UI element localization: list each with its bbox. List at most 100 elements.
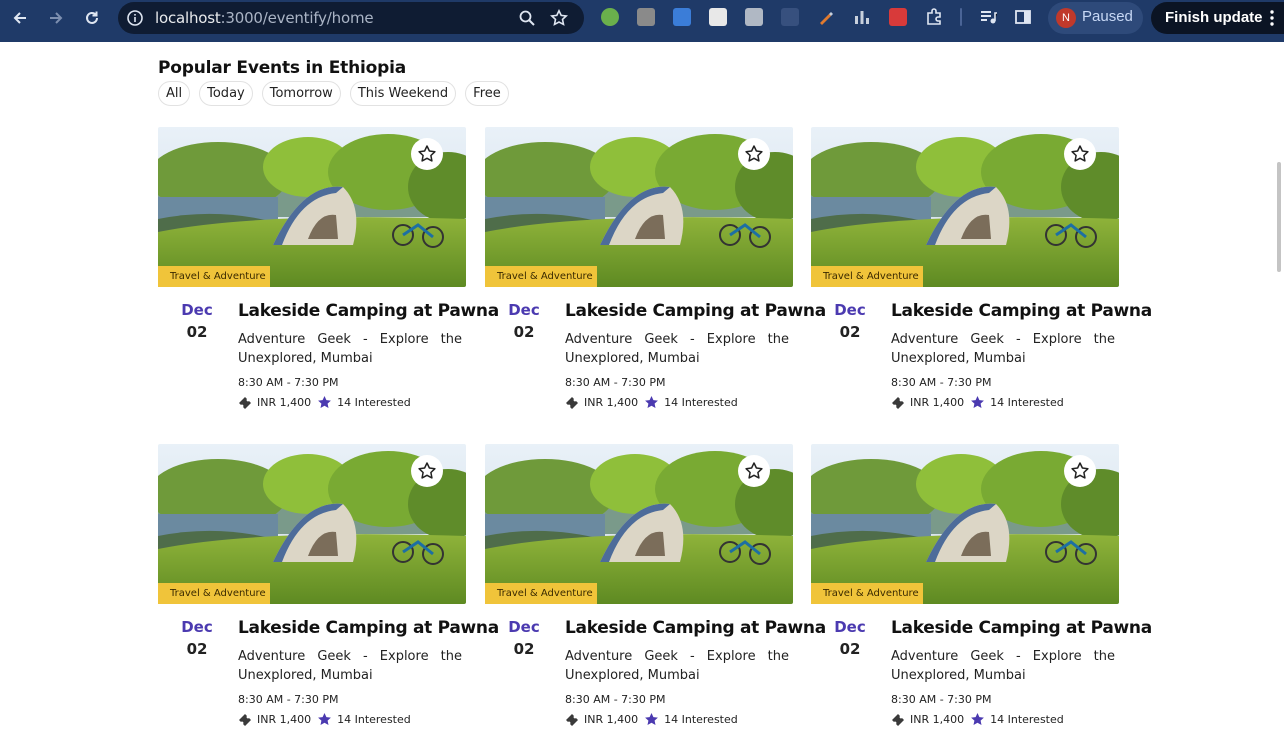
- scrollbar-thumb[interactable]: [1277, 162, 1281, 272]
- filter-chip-this-weekend[interactable]: This Weekend: [349, 81, 457, 106]
- event-month: Dec: [181, 301, 213, 319]
- extension-y-icon[interactable]: [637, 8, 655, 26]
- site-info-icon[interactable]: [126, 9, 144, 27]
- event-title[interactable]: Lakeside Camping at Pawna: [891, 301, 1152, 321]
- toolbar-divider: [960, 8, 962, 26]
- ticket-icon: [892, 713, 904, 726]
- event-organizer: Adventure Geek - Explore the Unexplored,…: [891, 649, 1115, 683]
- extension-image-icon[interactable]: [745, 8, 763, 26]
- event-card[interactable]: Travel & Adventure Dec 02 Lakeside Campi…: [158, 127, 499, 427]
- event-month: Dec: [181, 618, 213, 636]
- event-date: Dec 02: [811, 301, 889, 341]
- reload-icon[interactable]: [80, 6, 104, 30]
- star-filled-icon: [971, 713, 985, 725]
- favorite-star-button[interactable]: [738, 138, 770, 170]
- media-queue-icon[interactable]: [979, 8, 997, 26]
- category-badge: Travel & Adventure: [811, 583, 923, 604]
- filter-chip-tomorrow[interactable]: Tomorrow: [261, 81, 341, 106]
- event-meta: INR 1,400 14 Interested: [565, 395, 738, 410]
- event-price: INR 1,400: [910, 396, 965, 409]
- favorite-star-button[interactable]: [411, 138, 443, 170]
- avatar: N: [1056, 8, 1076, 28]
- event-meta: INR 1,400 14 Interested: [891, 395, 1064, 410]
- event-title[interactable]: Lakeside Camping at Pawna: [238, 301, 499, 321]
- ticket-icon: [566, 713, 578, 726]
- extension-nav-icon[interactable]: [709, 8, 727, 26]
- event-time: 8:30 AM - 7:30 PM: [891, 693, 992, 706]
- event-price: INR 1,400: [257, 396, 312, 409]
- event-price: INR 1,400: [910, 713, 965, 726]
- event-card[interactable]: Travel & Adventure Dec 02 Lakeside Campi…: [158, 444, 499, 744]
- event-interested-count: 14 Interested: [990, 396, 1064, 409]
- category-badge: Travel & Adventure: [158, 583, 270, 604]
- star-outline-icon: [1071, 145, 1089, 162]
- event-time: 8:30 AM - 7:30 PM: [891, 376, 992, 389]
- extension-chart-icon[interactable]: [853, 8, 871, 26]
- category-badge: Travel & Adventure: [811, 266, 923, 287]
- finish-update-button[interactable]: Finish update: [1151, 2, 1284, 34]
- event-date: Dec 02: [811, 618, 889, 658]
- event-card[interactable]: Travel & Adventure Dec 02 Lakeside Campi…: [811, 127, 1152, 427]
- event-meta: INR 1,400 14 Interested: [238, 395, 411, 410]
- event-date: Dec 02: [158, 618, 236, 658]
- profile-button[interactable]: N Paused: [1048, 2, 1143, 34]
- category-badge: Travel & Adventure: [485, 583, 597, 604]
- favorite-star-button[interactable]: [738, 455, 770, 487]
- event-interested-count: 14 Interested: [990, 713, 1064, 726]
- kebab-menu-icon[interactable]: [1270, 10, 1274, 26]
- event-card[interactable]: Travel & Adventure Dec 02 Lakeside Campi…: [485, 127, 826, 427]
- side-panel-icon[interactable]: [1014, 8, 1032, 26]
- extension-e-icon[interactable]: [673, 8, 691, 26]
- event-title[interactable]: Lakeside Camping at Pawna: [891, 618, 1152, 638]
- ticket-icon: [566, 396, 578, 409]
- event-day: 02: [839, 323, 861, 341]
- page-scrollbar[interactable]: [1276, 42, 1284, 689]
- filter-chips: All Today Tomorrow This Weekend Free: [158, 81, 509, 106]
- forward-arrow-icon[interactable]: [44, 6, 68, 30]
- page-content: Popular Events in Ethiopia All Today Tom…: [0, 42, 1284, 726]
- event-price: INR 1,400: [584, 396, 639, 409]
- event-interested-count: 14 Interested: [337, 713, 411, 726]
- event-day: 02: [513, 323, 535, 341]
- event-time: 8:30 AM - 7:30 PM: [565, 693, 666, 706]
- event-meta: INR 1,400 14 Interested: [238, 712, 411, 727]
- star-filled-icon: [645, 396, 659, 408]
- event-title[interactable]: Lakeside Camping at Pawna: [565, 618, 826, 638]
- extension-dots-icon[interactable]: [781, 8, 799, 26]
- extension-pen-icon[interactable]: [817, 8, 835, 26]
- category-badge: Travel & Adventure: [485, 266, 597, 287]
- star-filled-icon: [318, 396, 332, 408]
- event-day: 02: [186, 640, 208, 658]
- event-price: INR 1,400: [257, 713, 312, 726]
- extension-red-icon[interactable]: [889, 8, 907, 26]
- event-day: 02: [839, 640, 861, 658]
- back-arrow-icon[interactable]: [8, 6, 32, 30]
- star-outline-icon: [745, 145, 763, 162]
- event-organizer: Adventure Geek - Explore the Unexplored,…: [565, 332, 789, 366]
- extension-plus-icon[interactable]: [601, 8, 619, 26]
- event-card[interactable]: Travel & Adventure Dec 02 Lakeside Campi…: [811, 444, 1152, 744]
- event-date: Dec 02: [158, 301, 236, 341]
- filter-chip-free[interactable]: Free: [465, 81, 509, 106]
- event-month: Dec: [834, 618, 866, 636]
- filter-chip-all[interactable]: All: [158, 81, 191, 106]
- favorite-star-button[interactable]: [411, 455, 443, 487]
- event-title[interactable]: Lakeside Camping at Pawna: [238, 618, 499, 638]
- favorite-star-button[interactable]: [1064, 455, 1096, 487]
- event-title[interactable]: Lakeside Camping at Pawna: [565, 301, 826, 321]
- filter-chip-today[interactable]: Today: [199, 81, 253, 106]
- zoom-search-icon[interactable]: [518, 9, 536, 27]
- profile-status-label: Paused: [1082, 8, 1133, 25]
- ticket-icon: [892, 396, 904, 409]
- extensions-puzzle-icon[interactable]: [925, 8, 943, 26]
- event-day: 02: [513, 640, 535, 658]
- event-interested-count: 14 Interested: [664, 713, 738, 726]
- favorite-star-button[interactable]: [1064, 138, 1096, 170]
- event-date: Dec 02: [485, 618, 563, 658]
- event-time: 8:30 AM - 7:30 PM: [565, 376, 666, 389]
- event-date: Dec 02: [485, 301, 563, 341]
- address-bar[interactable]: localhost:3000/eventify/home: [118, 2, 584, 34]
- event-card[interactable]: Travel & Adventure Dec 02 Lakeside Campi…: [485, 444, 826, 744]
- event-meta: INR 1,400 14 Interested: [565, 712, 738, 727]
- bookmark-star-icon[interactable]: [549, 8, 569, 27]
